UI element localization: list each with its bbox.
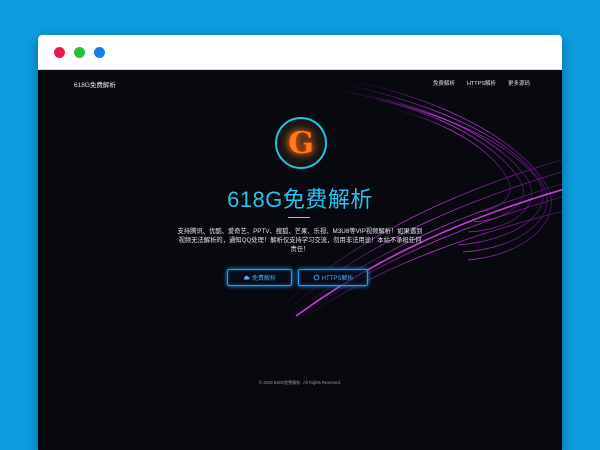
logo-letter: G	[288, 125, 314, 161]
refresh-icon	[313, 274, 320, 281]
site-logo: G	[275, 117, 327, 169]
https-parse-label: HTTPS解析	[321, 276, 354, 282]
minimize-dot-icon[interactable]	[94, 47, 105, 58]
nav-link-https[interactable]: HTTPS解析	[467, 79, 496, 87]
top-navbar: 618G免费解析 免费解析 HTTPS解析 更多源码	[38, 70, 562, 92]
close-dot-icon[interactable]	[54, 47, 65, 58]
https-parse-button[interactable]: HTTPS解析	[298, 269, 368, 286]
title-divider	[288, 217, 310, 218]
page-footer: © 2019 618G免费解析. All Rights Reserved.	[259, 380, 341, 385]
page-viewport: 618G免费解析 免费解析 HTTPS解析 更多源码 G 618G免费解析 支持…	[38, 70, 562, 450]
browser-titlebar	[38, 35, 562, 70]
nav-link-more-source[interactable]: 更多源码	[508, 79, 530, 87]
nav-link-free[interactable]: 免费解析	[433, 79, 455, 87]
free-parse-label: 免费解析	[251, 276, 276, 282]
browser-window: 618G免费解析 免费解析 HTTPS解析 更多源码 G 618G免费解析 支持…	[38, 35, 562, 450]
page-title: 618G免费解析	[227, 187, 373, 212]
cloud-icon	[243, 275, 250, 280]
maximize-dot-icon[interactable]	[74, 47, 85, 58]
brand-name[interactable]: 618G免费解析	[74, 79, 116, 89]
page-description: 支持腾讯、优酷、爱奇艺、PPTV、搜狐、芒果、乐视、M3U8等VIP视频解析！如…	[177, 228, 423, 254]
free-parse-button[interactable]: 免费解析	[227, 269, 292, 286]
nav-links: 免费解析 HTTPS解析 更多源码	[433, 79, 530, 87]
